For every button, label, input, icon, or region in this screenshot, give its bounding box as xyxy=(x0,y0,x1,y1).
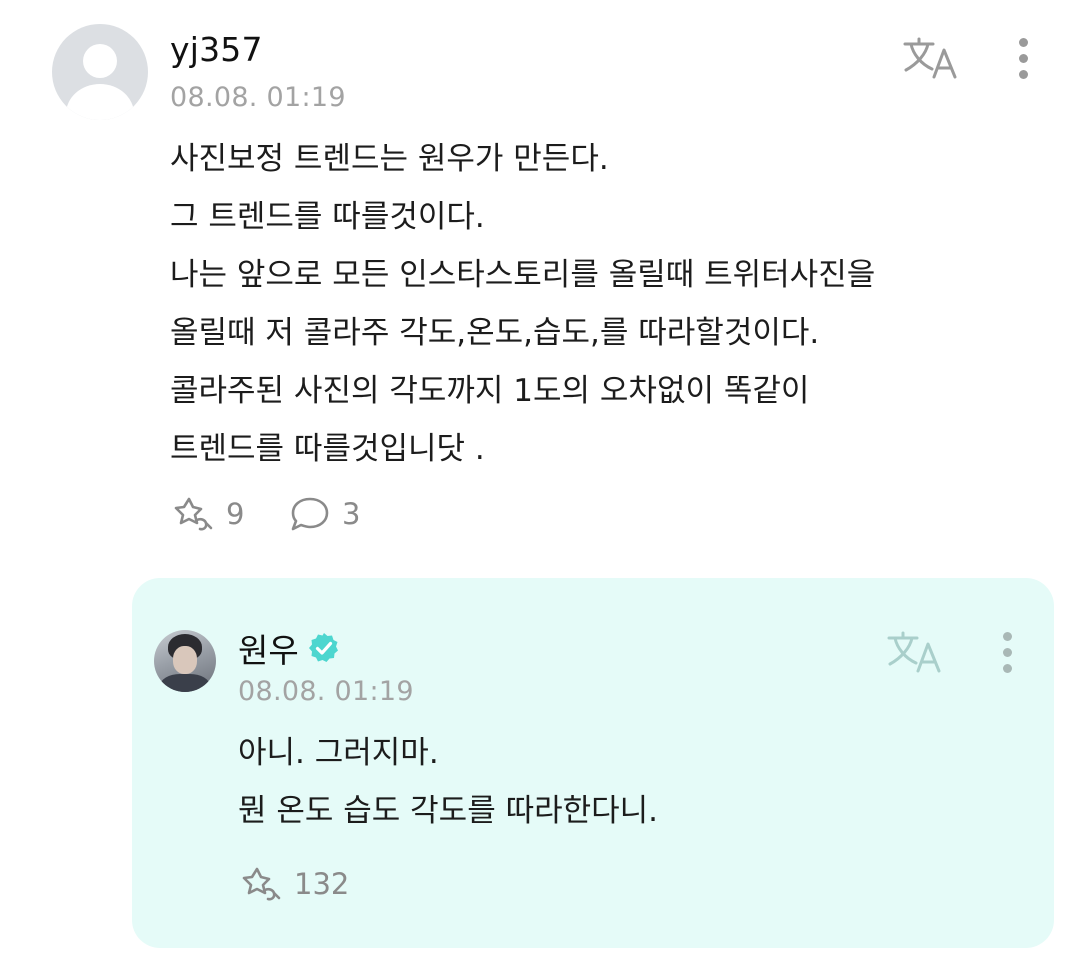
like-button[interactable]: 9 xyxy=(170,494,244,534)
reply-count: 3 xyxy=(342,497,361,531)
reply-name-row: 원우 xyxy=(238,624,341,672)
translate-icon[interactable] xyxy=(902,36,958,80)
post-body-line: 사진보정 트렌드는 원우가 만든다. xyxy=(170,141,609,177)
like-icon xyxy=(242,867,281,901)
like-icon xyxy=(174,497,213,531)
reply-username[interactable]: 원우 xyxy=(238,624,299,672)
reply-body-line: 아니. 그러지마. xyxy=(238,735,439,771)
post-body-line: 나는 앞으로 모든 인스타스토리를 올릴때 트위터사진을 xyxy=(170,257,876,293)
reply-like-count: 132 xyxy=(294,867,350,901)
default-avatar[interactable] xyxy=(52,24,148,120)
more-vertical-icon[interactable] xyxy=(1001,632,1013,676)
more-vertical-icon[interactable] xyxy=(1017,38,1029,82)
reply-body: 아니. 그러지마. 뭔 온도 습도 각도를 따라한다니. xyxy=(238,724,658,840)
post-timestamp: 08.08. 01:19 xyxy=(170,82,346,113)
verified-badge-icon xyxy=(308,633,338,662)
reply-button[interactable]: 3 xyxy=(288,494,360,534)
avatar-shirt-shape xyxy=(160,674,210,692)
like-count: 9 xyxy=(226,497,245,531)
comment-bubble-icon xyxy=(291,497,329,531)
reply-avatar[interactable] xyxy=(154,630,216,692)
post-body-line: 올릴때 저 콜라주 각도,온도,습도,를 따라할것이다. xyxy=(170,315,820,351)
avatar-body-shape xyxy=(66,84,134,120)
avatar-face-shape xyxy=(173,646,197,674)
comment-post: yj357 08.08. 01:19 사진보정 트렌드는 원우가 만든다. 그 … xyxy=(0,0,1080,560)
reply-timestamp: 08.08. 01:19 xyxy=(238,676,414,707)
post-body-line: 트렌드를 따를것입니닷 . xyxy=(170,431,485,467)
post-body-line: 콜라주된 사진의 각도까지 1도의 오차없이 똑같이 xyxy=(170,373,810,409)
post-body: 사진보정 트렌드는 원우가 만든다. 그 트렌드를 따를것이다. 나는 앞으로 … xyxy=(170,130,875,478)
post-username[interactable]: yj357 xyxy=(170,30,263,69)
reply-like-button[interactable]: 132 xyxy=(238,864,349,904)
translate-icon[interactable] xyxy=(886,630,942,674)
reply-body-line: 뭔 온도 습도 각도를 따라한다니. xyxy=(238,793,659,829)
avatar-head-shape xyxy=(83,44,117,78)
post-body-line: 그 트렌드를 따를것이다. xyxy=(170,199,485,235)
